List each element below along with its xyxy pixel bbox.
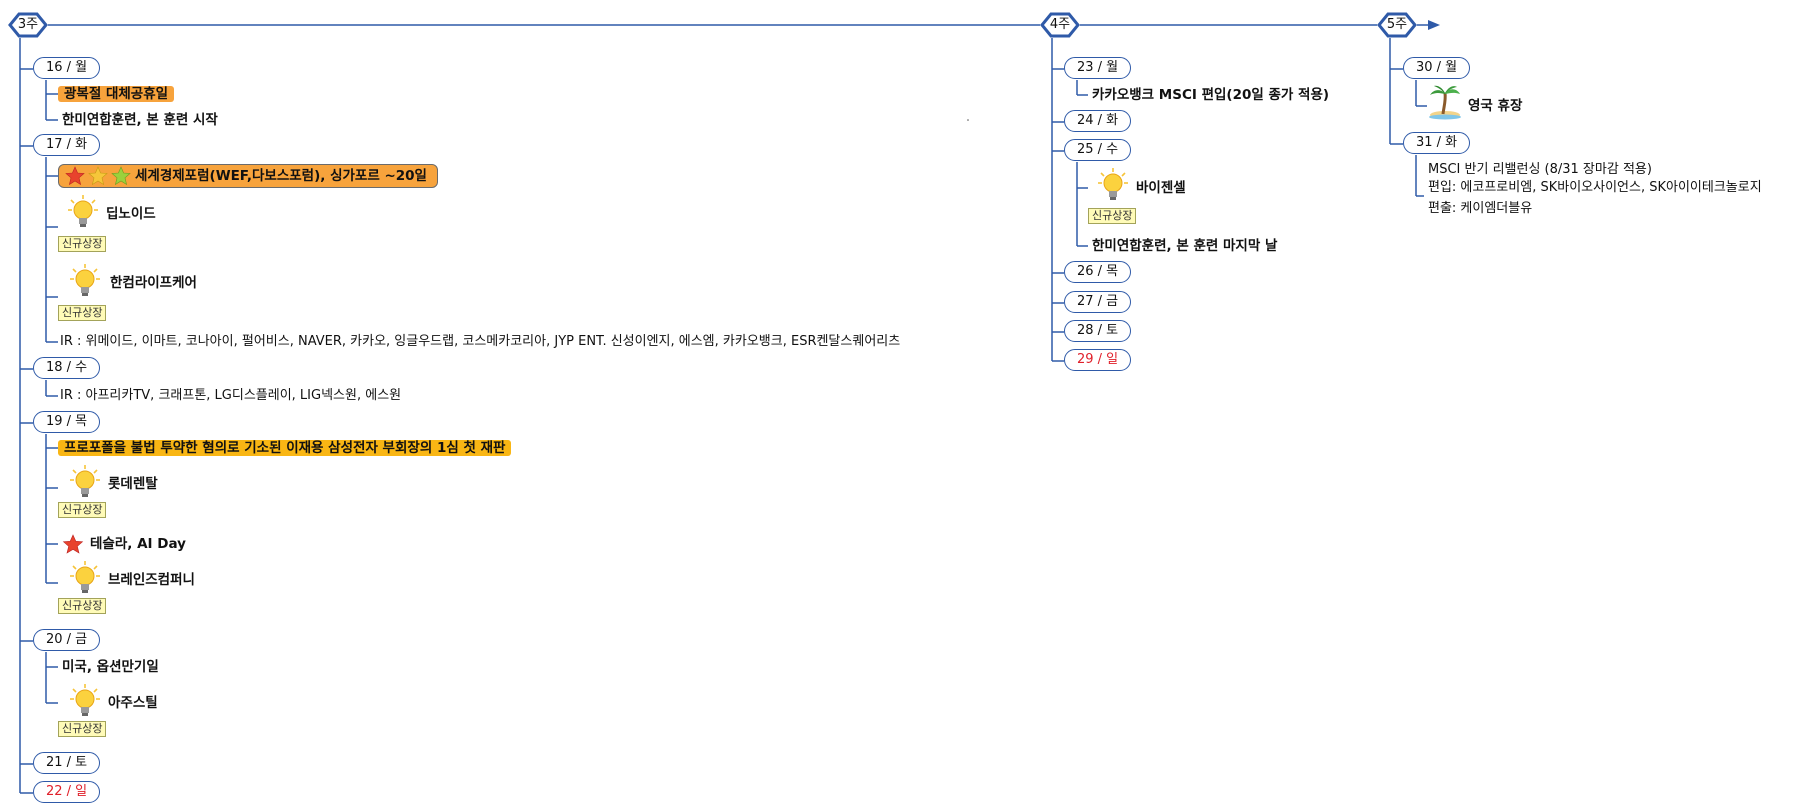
- day-node[interactable]: 27 / 금: [1064, 291, 1132, 313]
- event-item: 한미연합훈련, 본 훈련 시작: [62, 112, 218, 128]
- day-node[interactable]: 19 / 목: [33, 411, 101, 433]
- week-node[interactable]: 4주: [1040, 12, 1080, 38]
- event-item: 영국 휴장: [1468, 98, 1523, 114]
- event-item: 한미연합훈련, 본 훈련 마지막 날: [1092, 238, 1278, 254]
- event-item: 테슬라, AI Day: [90, 536, 186, 552]
- new-listing-badge: 신규상장: [1088, 208, 1137, 224]
- event-item: 브레인즈컴퍼니: [108, 572, 195, 588]
- week-node[interactable]: 3주: [8, 12, 48, 38]
- day-node[interactable]: 20 / 금: [33, 629, 101, 651]
- event-item: 미국, 옵션만기일: [62, 659, 159, 675]
- event-item: 바이젠셀: [1136, 180, 1186, 196]
- day-node[interactable]: 17 / 화: [33, 134, 101, 156]
- ir-list: IR : 위메이드, 이마트, 코나아이, 펄어비스, NAVER, 카카오, …: [60, 334, 901, 349]
- event-item: 광복절 대체공휴일: [58, 84, 175, 104]
- event-item: 롯데렌탈: [108, 476, 158, 492]
- new-listing-badge: 신규상장: [58, 502, 107, 518]
- lightbulb-icon: [70, 684, 100, 716]
- event-item: 아주스틸: [108, 695, 158, 711]
- week-label: 4주: [1049, 17, 1071, 32]
- event-item: 딥노이드: [106, 206, 156, 222]
- new-listing-badge: 신규상장: [58, 598, 107, 614]
- event-item: 세계경제포럼(WEF,다보스포럼), 싱가포르 ~20일: [58, 164, 438, 188]
- day-node[interactable]: 30 / 월: [1403, 57, 1471, 79]
- lightbulb-icon: [70, 465, 100, 497]
- day-node[interactable]: 25 / 수: [1064, 139, 1132, 161]
- palm-tree-icon: [1429, 85, 1461, 120]
- new-listing-badge: 신규상장: [58, 236, 107, 252]
- timeline-connectors: [19, 20, 1440, 794]
- day-node[interactable]: 23 / 월: [1064, 57, 1132, 79]
- event-item: 카카오뱅크 MSCI 편입(20일 종가 적용): [1092, 87, 1330, 103]
- new-listing-badge: 신규상장: [58, 305, 107, 321]
- new-listing-badge: 신규상장: [58, 721, 107, 737]
- event-item: 편출: 케이엠더블유: [1428, 201, 1533, 216]
- lightbulb-icon: [1098, 168, 1128, 200]
- day-node[interactable]: 24 / 화: [1064, 110, 1132, 132]
- week-label: 5주: [1386, 17, 1408, 32]
- day-node[interactable]: 18 / 수: [33, 357, 101, 379]
- lightbulb-icon: [68, 195, 98, 227]
- star-rating-icon: [65, 166, 131, 186]
- star-icon: [62, 534, 84, 554]
- lightbulb-icon: [70, 264, 100, 296]
- day-node[interactable]: 16 / 월: [33, 57, 101, 79]
- ir-list: IR : 아프리카TV, 크래프톤, LG디스플레이, LIG넥스원, 에스원: [60, 388, 402, 403]
- event-item: 편입: 에코프로비엠, SK바이오사이언스, SK아이이테크놀로지: [1428, 180, 1762, 195]
- day-node[interactable]: 29 / 일: [1064, 349, 1132, 371]
- event-item: 한컴라이프케어: [110, 275, 197, 291]
- week-label: 3주: [17, 17, 39, 32]
- day-node[interactable]: 22 / 일: [33, 781, 101, 803]
- day-node[interactable]: 21 / 토: [33, 752, 101, 774]
- day-node[interactable]: 31 / 화: [1403, 132, 1471, 154]
- event-item: 프로포폴을 불법 투약한 혐의로 기소된 이재용 삼성전자 부회장의 1심 첫 …: [58, 438, 512, 458]
- week-node[interactable]: 5주: [1377, 12, 1417, 38]
- lightbulb-icon: [70, 561, 100, 593]
- day-node[interactable]: 28 / 토: [1064, 320, 1132, 342]
- day-node[interactable]: 26 / 목: [1064, 261, 1132, 283]
- event-item: MSCI 반기 리밸런싱 (8/31 장마감 적용): [1428, 162, 1652, 177]
